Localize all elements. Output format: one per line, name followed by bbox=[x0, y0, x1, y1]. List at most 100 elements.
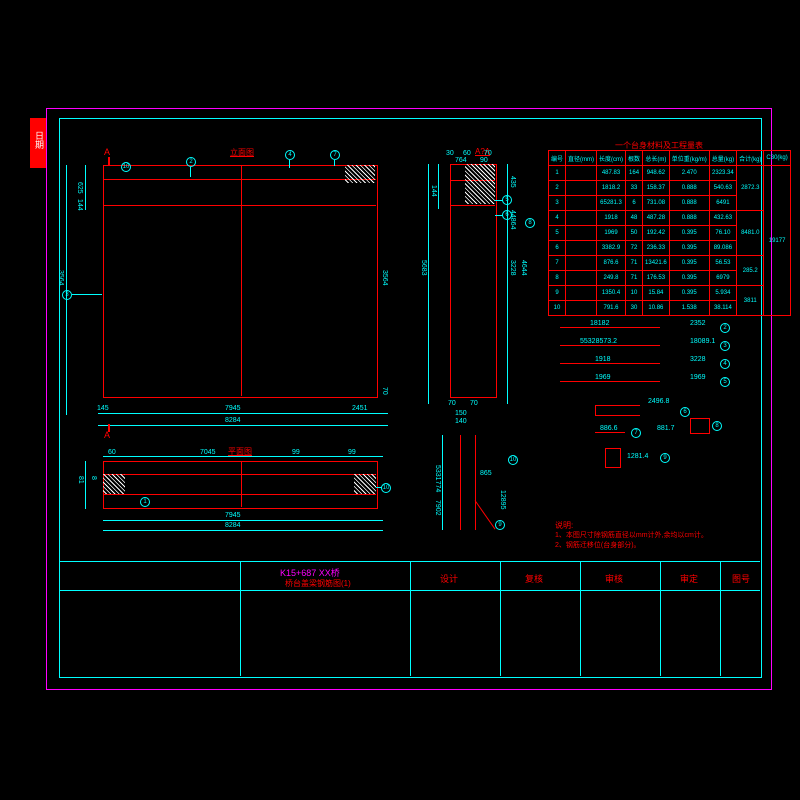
det-bar10: 10 bbox=[508, 455, 518, 465]
cut-a-bot-line bbox=[108, 424, 110, 432]
sd-t3: 70 bbox=[484, 150, 492, 157]
hatch-1 bbox=[345, 165, 375, 183]
bs-9t: 1281.4 bbox=[627, 453, 648, 460]
plan-h2: 8 bbox=[90, 476, 97, 480]
tbl-r4: 4191848487.280.888432.638481.0 bbox=[549, 211, 791, 226]
ldr-4 bbox=[289, 160, 290, 168]
sect-b5: 5 bbox=[502, 195, 512, 205]
plan-bar10: 10 bbox=[381, 483, 391, 493]
bs-1r: 2352 bbox=[690, 320, 706, 327]
bar-3: 3 bbox=[62, 290, 72, 300]
tbl-r1: 1487.83164948.622.4702323.342872.319177 bbox=[549, 166, 791, 181]
bs-3t: 1918 bbox=[595, 356, 611, 363]
tb-v2 bbox=[410, 561, 411, 676]
sd-b4: 140 bbox=[455, 418, 467, 425]
dim-v1 bbox=[85, 165, 86, 210]
plan-dim-b2 bbox=[103, 530, 383, 531]
plan-ldr bbox=[376, 487, 382, 488]
dim-w2: 8284 bbox=[225, 417, 241, 424]
qty-table: 编号直径(mm)长度(cm)根数总长(m)单位重(kg/m)总量(kg)合计(k… bbox=[548, 150, 791, 316]
bs-1 bbox=[560, 327, 660, 328]
tbl-r7: 7876.67113421.60.39556.53285.2 bbox=[549, 256, 791, 271]
sect-dv1 bbox=[428, 164, 429, 404]
ldr-2 bbox=[190, 167, 191, 177]
bs-4 bbox=[560, 381, 660, 382]
cut-a-top-line bbox=[108, 157, 110, 165]
plan-w1: 7945 bbox=[225, 512, 241, 519]
sd-t5: 90 bbox=[480, 157, 488, 164]
bar-4: 4 bbox=[285, 150, 295, 160]
tb-v1 bbox=[240, 561, 241, 676]
sect-hatch bbox=[465, 164, 495, 204]
bs-8box bbox=[690, 418, 710, 434]
dim-h2: 625 bbox=[76, 182, 83, 194]
sd-b1: 70 bbox=[448, 400, 456, 407]
sd-t4: 764 bbox=[455, 157, 467, 164]
sd-d4: 5683 bbox=[420, 260, 427, 276]
dim-h1: 3564 bbox=[57, 270, 64, 286]
bar-7: 7 bbox=[330, 150, 340, 160]
cad-canvas: 日期 立面图 3564 625 144 3564 70 145 7945 245… bbox=[0, 0, 800, 800]
tb-f1: 设计 bbox=[440, 572, 458, 585]
sd-b3: 150 bbox=[455, 410, 467, 417]
elev-vline bbox=[241, 165, 242, 396]
plan-d1: 60 bbox=[108, 449, 116, 456]
note2: 2、钢筋迁移位(台身部分)。 bbox=[555, 540, 641, 550]
plan-d2b: 99 bbox=[348, 449, 356, 456]
dim-h-bot bbox=[98, 413, 388, 414]
det-dv bbox=[442, 435, 443, 530]
dim-h-bot2 bbox=[98, 425, 388, 426]
bs-2r: 18089.1 bbox=[690, 338, 715, 345]
tb-v5 bbox=[660, 561, 661, 676]
sidebar-label: 日期 bbox=[33, 131, 46, 149]
det-d4: 12895 bbox=[499, 490, 506, 509]
dim-h1b: 3564 bbox=[381, 270, 388, 286]
bs-c5: 5 bbox=[720, 377, 730, 387]
bs-4t: 1969 bbox=[595, 374, 611, 381]
tb-dwg: 桥台盖梁钢筋图(1) bbox=[285, 578, 351, 589]
det-d2: 7902 bbox=[434, 500, 441, 516]
plan-hatch-r bbox=[354, 474, 376, 494]
bs-7 bbox=[595, 432, 625, 433]
sect-b6: 6 bbox=[502, 210, 512, 220]
bs-c7: 7 bbox=[631, 428, 641, 438]
elev-line1 bbox=[103, 179, 376, 180]
plan-hatch-l bbox=[103, 474, 125, 494]
dim-h3: 144 bbox=[76, 199, 83, 211]
bs-4r: 1969 bbox=[690, 374, 706, 381]
bs-6l bbox=[595, 405, 596, 415]
plan-l2 bbox=[103, 494, 376, 495]
sd-t1: 30 bbox=[446, 150, 454, 157]
plan-bar1: 1 bbox=[140, 497, 150, 507]
dim-w4: 2451 bbox=[352, 405, 368, 412]
plan-dim-v bbox=[85, 461, 86, 509]
bs-3 bbox=[560, 363, 660, 364]
bs-c9: 9 bbox=[660, 453, 670, 463]
plan-d3: 7045 bbox=[200, 449, 216, 456]
bs-9box bbox=[605, 448, 621, 468]
ldr-3 bbox=[72, 294, 102, 295]
tb-v4 bbox=[580, 561, 581, 676]
det-v1 bbox=[460, 435, 461, 530]
elev-title: 立面图 bbox=[230, 147, 254, 158]
bs-c6: 6 bbox=[680, 407, 690, 417]
tb-v6 bbox=[720, 561, 721, 676]
bs-c4: 4 bbox=[720, 359, 730, 369]
sd-t2: 60 bbox=[463, 150, 471, 157]
tb-f2: 复核 bbox=[525, 572, 543, 585]
bs-c2: 2 bbox=[720, 323, 730, 333]
plan-h: 81 bbox=[77, 476, 84, 484]
tb-v3 bbox=[500, 561, 501, 676]
dim-w1: 7945 bbox=[225, 405, 241, 412]
bs-3r: 3228 bbox=[690, 356, 706, 363]
bs-7t: 886.6 bbox=[600, 425, 618, 432]
tb-f3: 审核 bbox=[605, 572, 623, 585]
note1: 1、本图尺寸除钢筋直径以mm计外,余均以cm计。 bbox=[555, 530, 708, 540]
det-bar9: 9 bbox=[495, 520, 505, 530]
sect-dv2 bbox=[438, 164, 439, 209]
tb-f4: 审定 bbox=[680, 572, 698, 585]
bar-10a: 10 bbox=[121, 162, 131, 172]
plan-dim-b1 bbox=[103, 520, 383, 521]
tb-f5: 图号 bbox=[732, 572, 750, 585]
det-d1: 5331774 bbox=[434, 465, 441, 492]
